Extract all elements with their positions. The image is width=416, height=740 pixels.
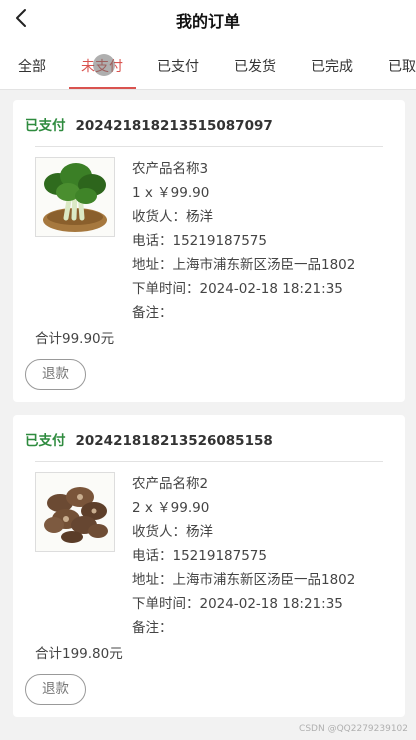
order-details: 农产品名称2 2 x ￥99.90 收货人：杨洋 电话：15219187575 …: [132, 472, 355, 640]
phone: 电话：15219187575: [132, 548, 267, 564]
divider: [35, 146, 383, 147]
product-name: 农产品名称2: [132, 476, 209, 492]
order-time: 下单时间：2024-02-18 18:21:35: [132, 596, 343, 612]
tab-paid[interactable]: 已支付: [157, 56, 199, 76]
order-total: 合计99.90元: [35, 331, 115, 347]
tab-completed[interactable]: 已完成: [311, 56, 353, 76]
active-tab-indicator: [69, 87, 136, 89]
note: 备注：: [132, 305, 173, 321]
refund-button[interactable]: 退款: [25, 674, 86, 705]
order-card: 已支付 20242181821351508709​7 农产品名称3 1 x ￥99…: [13, 100, 405, 402]
receiver: 收货人：杨洋: [132, 524, 213, 540]
refund-button[interactable]: 退款: [25, 359, 86, 390]
product-image[interactable]: [35, 472, 115, 552]
tab-cancelled[interactable]: 已取: [388, 56, 416, 76]
app-header: 我的订单: [0, 0, 416, 38]
product-name: 农产品名称3: [132, 161, 209, 177]
tab-shipped[interactable]: 已发货: [234, 56, 276, 76]
order-card: 已支付 20242181821352608515​8 农产品名称2 2 x ￥99…: [13, 415, 405, 717]
order-status: 已支付: [25, 118, 66, 134]
order-total: 合计199.80元: [35, 646, 123, 662]
receiver: 收货人：杨洋: [132, 209, 213, 225]
tab-all[interactable]: 全部: [18, 56, 46, 76]
order-header: 已支付 20242181821352608515​8: [25, 429, 273, 449]
order-header: 已支付 20242181821351508709​7: [25, 114, 273, 134]
address: 地址：上海市浦东新区汤臣一品1802: [132, 257, 356, 273]
product-image[interactable]: [35, 157, 115, 237]
order-status: 已支付: [25, 433, 66, 449]
order-time: 下单时间：2024-02-18 18:21:35: [132, 281, 343, 297]
quantity-price: 1 x ￥99.90: [132, 185, 210, 201]
divider: [35, 461, 383, 462]
order-number: 20242181821351508709​7: [75, 118, 273, 134]
note: 备注：: [132, 620, 173, 636]
page-title: 我的订单: [175, 12, 240, 31]
order-details: 农产品名称3 1 x ￥99.90 收货人：杨洋 电话：15219187575 …: [132, 157, 355, 325]
touch-indicator: [93, 54, 115, 76]
watermark: CSDN @QQ2279239102: [299, 724, 408, 734]
phone: 电话：15219187575: [132, 233, 267, 249]
quantity-price: 2 x ￥99.90: [132, 500, 210, 516]
order-number: 20242181821352608515​8: [75, 433, 273, 449]
address: 地址：上海市浦东新区汤臣一品1802: [132, 572, 356, 588]
order-status-tabs: 全部 未支付 已支付 已发货 已完成 已取: [0, 38, 416, 90]
